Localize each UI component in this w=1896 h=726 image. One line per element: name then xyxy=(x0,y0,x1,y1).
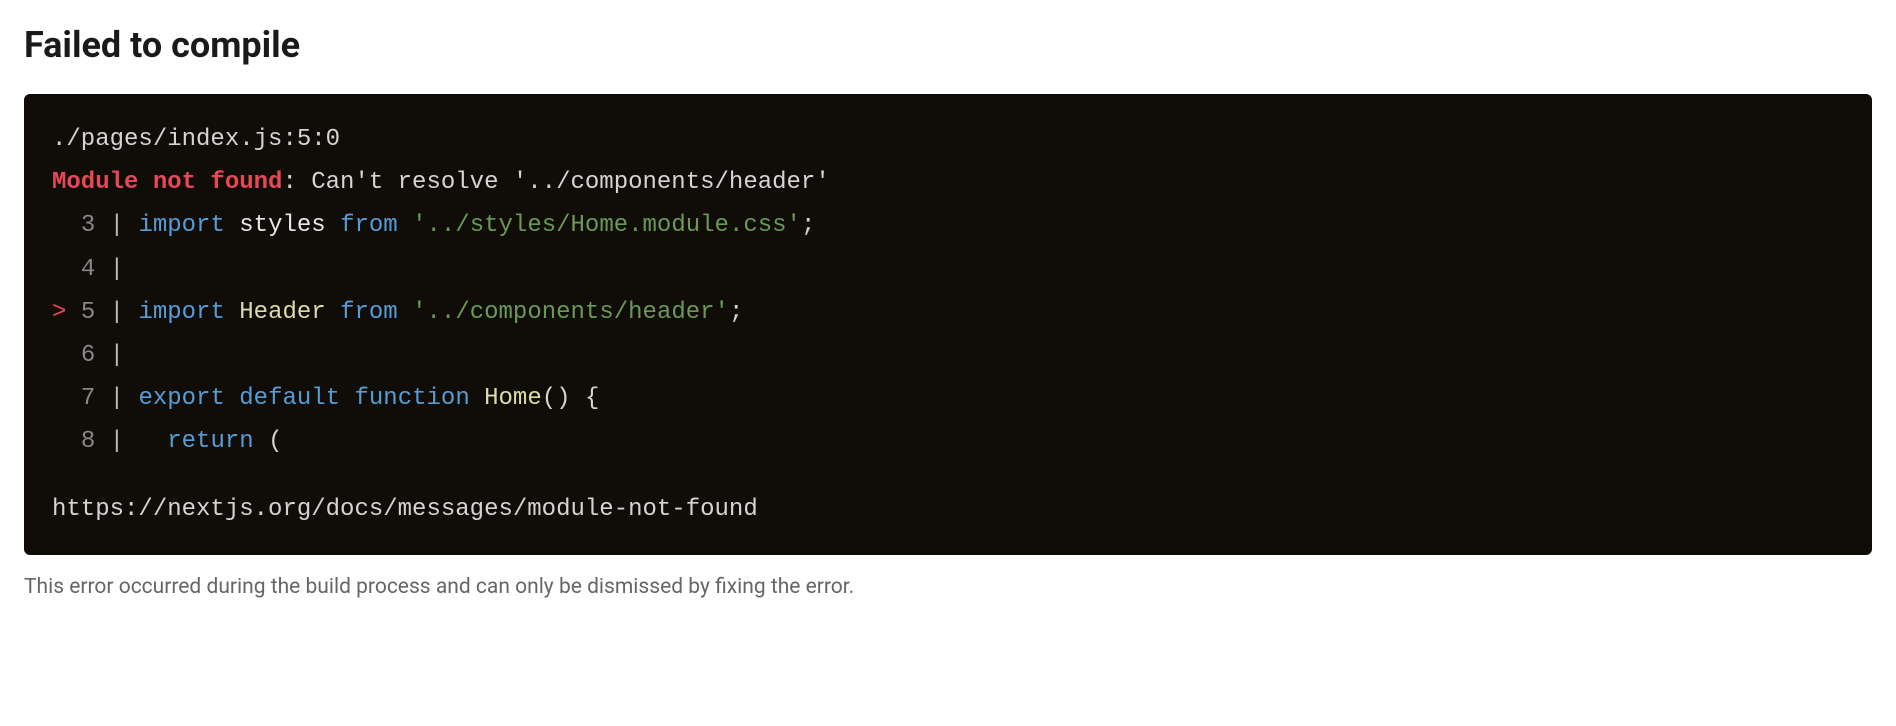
docs-link[interactable]: https://nextjs.org/docs/messages/module-… xyxy=(52,488,1844,531)
code-line: 7 | export default function Home() { xyxy=(52,377,1844,420)
line-number: 6 xyxy=(81,342,95,369)
space xyxy=(470,385,484,412)
line-caret: > xyxy=(52,299,81,326)
identifier: styles xyxy=(225,212,340,239)
line-number: 8 xyxy=(81,428,95,455)
line-caret xyxy=(52,256,81,283)
error-summary: Module not found: Can't resolve '../comp… xyxy=(52,161,1844,204)
function-name: Home xyxy=(484,385,542,412)
error-message: : Can't resolve '../components/header' xyxy=(282,169,829,196)
identifier: Header xyxy=(239,299,325,326)
line-pipe: | xyxy=(95,299,138,326)
line-number: 7 xyxy=(81,385,95,412)
keyword: from xyxy=(340,212,398,239)
file-location: ./pages/index.js:5:0 xyxy=(52,118,1844,161)
indent xyxy=(138,428,167,455)
line-caret xyxy=(52,385,81,412)
line-pipe: | xyxy=(95,428,138,455)
line-number: 4 xyxy=(81,256,95,283)
string: '../styles/Home.module.css' xyxy=(412,212,801,239)
code-line: 8 | return ( xyxy=(52,420,1844,463)
keyword: return xyxy=(167,428,253,455)
keyword: from xyxy=(340,299,398,326)
line-caret xyxy=(52,212,81,239)
line-number: 5 xyxy=(81,299,95,326)
error-heading: Failed to compile xyxy=(24,24,1872,66)
punct: ( xyxy=(254,428,283,455)
code-line: 3 | import styles from '../styles/Home.m… xyxy=(52,204,1844,247)
space xyxy=(326,299,340,326)
code-line-highlighted: > 5 | import Header from '../components/… xyxy=(52,291,1844,334)
string: '../components/header' xyxy=(412,299,729,326)
space xyxy=(225,299,239,326)
code-line: 6 | xyxy=(52,334,1844,377)
keyword: export xyxy=(138,385,224,412)
line-pipe: | xyxy=(95,256,138,283)
line-caret xyxy=(52,428,81,455)
line-pipe: | xyxy=(95,342,138,369)
keyword: default xyxy=(239,385,340,412)
punct: ; xyxy=(801,212,815,239)
space xyxy=(340,385,354,412)
space xyxy=(398,212,412,239)
keyword: import xyxy=(138,299,224,326)
punct: () { xyxy=(542,385,600,412)
keyword: import xyxy=(138,212,224,239)
space xyxy=(398,299,412,326)
error-code-block: ./pages/index.js:5:0 Module not found: C… xyxy=(24,94,1872,555)
line-caret xyxy=(52,342,81,369)
punct: ; xyxy=(729,299,743,326)
error-label: Module not found xyxy=(52,169,282,196)
space xyxy=(225,385,239,412)
line-pipe: | xyxy=(95,212,138,239)
code-line: 4 | xyxy=(52,248,1844,291)
line-pipe: | xyxy=(95,385,138,412)
footer-note: This error occurred during the build pro… xyxy=(24,575,1872,599)
line-number: 3 xyxy=(81,212,95,239)
keyword: function xyxy=(355,385,470,412)
